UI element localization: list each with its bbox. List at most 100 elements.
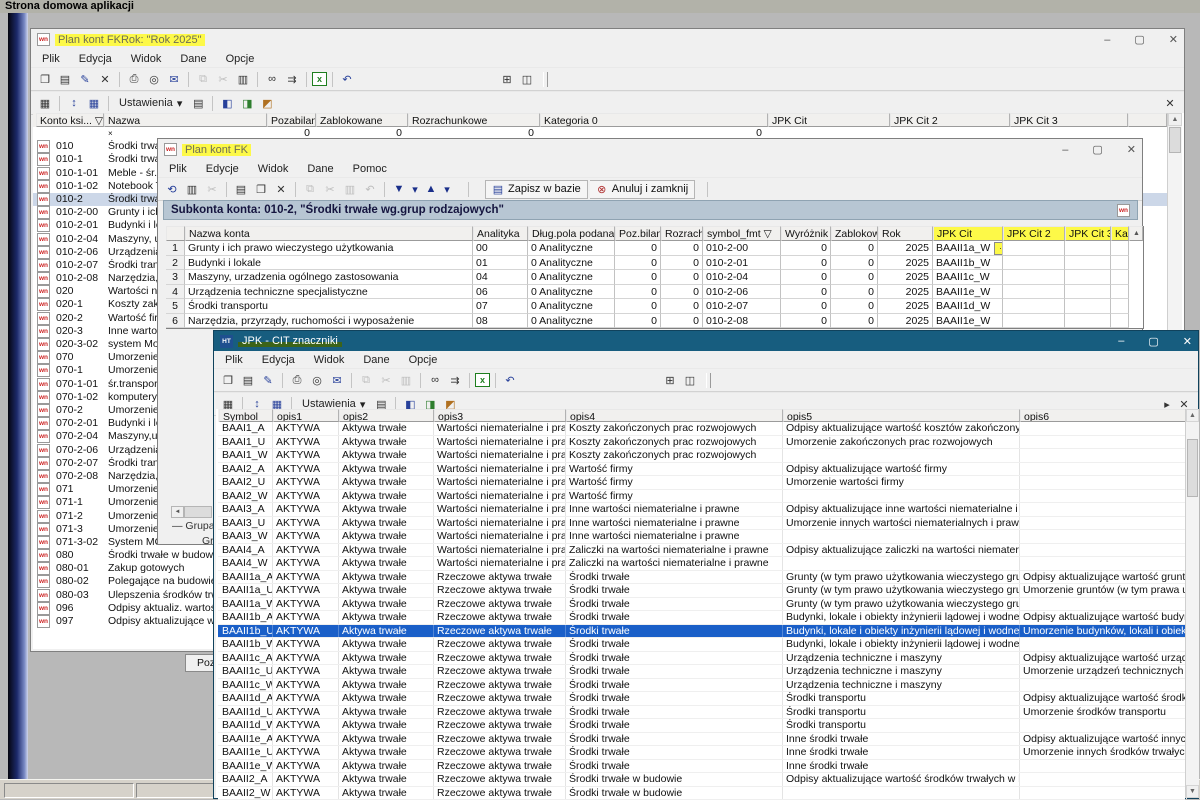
cell: Inne środki trwałe	[783, 760, 1020, 773]
cell	[1003, 314, 1065, 329]
table-row[interactable]: BAAI1_AAKTYWAAktywa trwałeWartości niema…	[218, 422, 1185, 436]
cell: 5	[166, 299, 185, 314]
cell: Aktywa trwałe	[339, 490, 434, 503]
table-row[interactable]: BAAII1c_WAKTYWAAktywa trwałeRzeczowe akt…	[218, 679, 1185, 693]
table-row[interactable]: BAAII1a_UAKTYWAAktywa trwałeRzeczowe akt…	[218, 584, 1185, 598]
table-row[interactable]: BAAII1e_AAKTYWAAktywa trwałeRzeczowe akt…	[218, 733, 1185, 747]
scroll-up-icon[interactable]: ▲	[1186, 409, 1199, 422]
table-row[interactable]: BAAII1b_UAKTYWAAktywa trwałeRzeczowe akt…	[218, 625, 1185, 639]
cell: Budynki, lokale i obiekty inżynierii ląd…	[783, 638, 1020, 651]
table-row[interactable]: BAAII2_AAKTYWAAktywa trwałeRzeczowe akty…	[218, 773, 1185, 787]
cell	[1111, 285, 1129, 300]
win3-vertical-scrollbar[interactable]: ▲ ▼	[1185, 409, 1199, 798]
table-row[interactable]: 1Grunty i ich prawo wieczystego użytkowa…	[166, 241, 1143, 256]
scroll-up-icon[interactable]: ▲	[1168, 113, 1182, 126]
cell: AKTYWA	[273, 449, 339, 462]
wn-doc-icon: wn	[37, 259, 50, 272]
table-row[interactable]: BAAII1e_WAKTYWAAktywa trwałeRzeczowe akt…	[218, 760, 1185, 774]
cell: Środki trwałe	[566, 638, 783, 651]
cell: Umorzenie zakończonych prac rozwojowych	[783, 436, 1020, 449]
cell: Środki trwałe	[566, 733, 783, 746]
cell: BAAII1a_W	[219, 598, 273, 611]
table-row[interactable]: BAAII1d_WAKTYWAAktywa trwałeRzeczowe akt…	[218, 719, 1185, 733]
cell	[1003, 299, 1065, 314]
table-row[interactable]: 3Maszyny, urzadzenia ogólnego zastosowan…	[166, 270, 1143, 285]
table-row[interactable]: 6Narzędzia, przyrządy, ruchomości i wypo…	[166, 314, 1143, 329]
cell: Odpisy aktualizujące wartość środków trw…	[783, 773, 1020, 786]
table-row[interactable]: BAAII2_WAKTYWAAktywa trwałeRzeczowe akty…	[218, 787, 1185, 800]
cell: 0	[615, 241, 661, 256]
cell: Inne środki trwałe	[783, 733, 1020, 746]
cell: BAAII1d_U	[219, 706, 273, 719]
wn-doc-icon: wn	[37, 549, 50, 562]
table-row[interactable]: BAAI4_WAKTYWAAktywa trwałeWartości niema…	[218, 557, 1185, 571]
table-row[interactable]: BAAI2_AAKTYWAAktywa trwałeWartości niema…	[218, 463, 1185, 477]
table-row[interactable]: 2Budynki i lokale010 Analityczne00010-2-…	[166, 256, 1143, 271]
table-row[interactable]: BAAII1a_AAKTYWAAktywa trwałeRzeczowe akt…	[218, 571, 1185, 585]
cell	[1020, 436, 1187, 449]
cell: AKTYWA	[273, 719, 339, 732]
cell	[1111, 270, 1129, 285]
table-row[interactable]: BAAII1d_UAKTYWAAktywa trwałeRzeczowe akt…	[218, 706, 1185, 720]
table-row[interactable]: BAAI1_UAKTYWAAktywa trwałeWartości niema…	[218, 436, 1185, 450]
wn-doc-icon: wn	[37, 219, 50, 232]
table-row[interactable]: BAAI3_UAKTYWAAktywa trwałeWartości niema…	[218, 517, 1185, 531]
cell: AKTYWA	[273, 476, 339, 489]
cell: 010-2-00	[703, 241, 781, 256]
table-row[interactable]: BAAII1e_UAKTYWAAktywa trwałeRzeczowe akt…	[218, 746, 1185, 760]
cell: 07	[473, 299, 528, 314]
cell: 04	[473, 270, 528, 285]
scrollbar-thumb[interactable]	[1169, 127, 1181, 153]
cell: AKTYWA	[273, 544, 339, 557]
account-number: 071-1	[56, 496, 108, 509]
cell: 0 Analityczne	[528, 241, 615, 256]
table-row[interactable]: BAAI2_WAKTYWAAktywa trwałeWartości niema…	[218, 490, 1185, 504]
cell: Rzeczowe aktywa trwałe	[434, 733, 566, 746]
account-number: 070-2	[56, 404, 108, 417]
hscroll-thumb[interactable]	[184, 506, 212, 518]
scrollbar-thumb[interactable]	[1187, 439, 1198, 497]
account-number: 080	[56, 549, 108, 562]
table-row[interactable]: BAAI1_WAKTYWAAktywa trwałeWartości niema…	[218, 449, 1185, 463]
ellipsis-button[interactable]: ...	[994, 242, 1003, 255]
cell: 0	[615, 256, 661, 271]
cell: AKTYWA	[273, 436, 339, 449]
cell: BAAII1b_U	[219, 625, 273, 638]
table-row[interactable]: BAAII1b_WAKTYWAAktywa trwałeRzeczowe akt…	[218, 638, 1185, 652]
table-row[interactable]: BAAII1d_AAKTYWAAktywa trwałeRzeczowe akt…	[218, 692, 1185, 706]
cell: Środki trwałe	[566, 611, 783, 624]
cell: 2025	[878, 314, 933, 329]
scroll-down-icon[interactable]: ▼	[1186, 785, 1199, 798]
table-row[interactable]: BAAI3_WAKTYWAAktywa trwałeWartości niema…	[218, 530, 1185, 544]
cell: Rzeczowe aktywa trwałe	[434, 625, 566, 638]
cell: AKTYWA	[273, 625, 339, 638]
table-row[interactable]: BAAII1a_WAKTYWAAktywa trwałeRzeczowe akt…	[218, 598, 1185, 612]
cell: Koszty zakończonych prac rozwojowych	[566, 436, 783, 449]
cell: 2025	[878, 299, 933, 314]
table-row[interactable]: BAAII1c_UAKTYWAAktywa trwałeRzeczowe akt…	[218, 665, 1185, 679]
table-row[interactable]: BAAI4_AAKTYWAAktywa trwałeWartości niema…	[218, 544, 1185, 558]
cell: 0	[831, 241, 878, 256]
cell: Rzeczowe aktywa trwałe	[434, 638, 566, 651]
cell: Budynki, lokale i obiekty inżynierii ląd…	[783, 625, 1020, 638]
table-row[interactable]: BAAI3_AAKTYWAAktywa trwałeWartości niema…	[218, 503, 1185, 517]
hscroll-left-icon[interactable]: ◄	[171, 506, 184, 518]
table-row[interactable]: 5Środki transportu070 Analityczne00010-2…	[166, 299, 1143, 314]
cell: Wartość firmy	[566, 490, 783, 503]
app-home-tab[interactable]: Strona domowa aplikacji	[0, 0, 1200, 13]
table-row[interactable]: BAAII1c_AAKTYWAAktywa trwałeRzeczowe akt…	[218, 652, 1185, 666]
cell: Środki trwałe w budowie	[566, 787, 783, 800]
cell: AKTYWA	[273, 422, 339, 435]
cell: BAAII1e_U	[219, 746, 273, 759]
cell: Aktywa trwałe	[339, 530, 434, 543]
cell: Odpisy aktualizujące inne wartości niema…	[783, 503, 1020, 516]
cell: Wartość firmy	[566, 463, 783, 476]
cell: AKTYWA	[273, 517, 339, 530]
table-row[interactable]: 4Urządzenia techniczne specjalistyczne06…	[166, 285, 1143, 300]
cell: AKTYWA	[273, 706, 339, 719]
cell: 0	[615, 299, 661, 314]
table-row[interactable]: BAAII1b_AAKTYWAAktywa trwałeRzeczowe akt…	[218, 611, 1185, 625]
cell: Rzeczowe aktywa trwałe	[434, 719, 566, 732]
cell: 0	[661, 285, 703, 300]
table-row[interactable]: BAAI2_UAKTYWAAktywa trwałeWartości niema…	[218, 476, 1185, 490]
